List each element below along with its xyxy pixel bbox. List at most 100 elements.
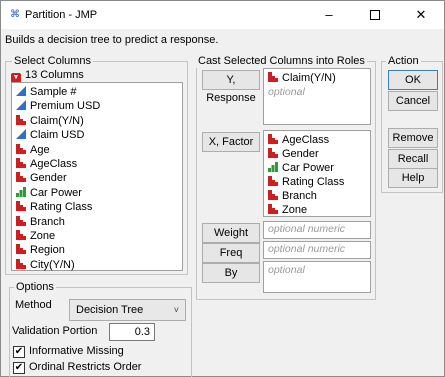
column-list-item[interactable]: AgeClass [16, 157, 77, 171]
x-role-item-label: AgeClass [282, 134, 330, 146]
column-list-item-label: Zone [30, 230, 56, 242]
x-role-item-label: Car Power [282, 162, 334, 174]
help-button[interactable]: Help [388, 168, 438, 188]
options-label: Options [14, 280, 56, 294]
nominal-icon [16, 143, 26, 154]
nominal-icon [16, 230, 26, 240]
action-label: Action [386, 54, 421, 68]
by-listbox[interactable]: optional [263, 261, 371, 293]
cast-roles-label: Cast Selected Columns into Roles [196, 54, 367, 68]
nominal-icon [16, 201, 26, 212]
continuous-icon [16, 129, 26, 140]
nominal-icon [268, 72, 278, 82]
nominal-icon [268, 204, 278, 214]
minimize-button[interactable]: – [311, 1, 347, 29]
nominal-icon [16, 114, 26, 125]
checkmark-icon: ✔ [14, 346, 24, 357]
ordinal-restricts-order-label: Ordinal Restricts Order [29, 361, 142, 373]
weight-placeholder: optional numeric [268, 223, 346, 235]
informative-missing-label: Informative Missing [29, 345, 124, 357]
x-role-item[interactable]: Car Power [268, 161, 334, 175]
column-list-item[interactable]: Sample # [16, 85, 76, 99]
y-role-item[interactable]: Claim(Y/N) [268, 71, 336, 85]
informative-missing-checkbox[interactable]: ✔ [13, 346, 25, 358]
nominal-icon [268, 190, 278, 200]
column-list-item[interactable]: Claim(Y/N) [16, 114, 84, 128]
nominal-icon [16, 258, 26, 269]
column-list-item[interactable]: Branch [16, 215, 65, 229]
validation-portion-input[interactable]: 0.3 [109, 323, 155, 341]
continuous-icon [16, 86, 26, 96]
by-placeholder: optional [268, 264, 305, 276]
x-role-item[interactable]: Zone [268, 203, 307, 217]
columns-count-toggle[interactable]: ▼ 13 Columns [11, 68, 84, 83]
freq-listbox[interactable]: optional numeric [263, 241, 371, 259]
x-role-item-label: Gender [282, 148, 319, 160]
method-label: Method [15, 299, 52, 311]
nominal-icon [16, 158, 26, 168]
nominal-icon [268, 148, 278, 158]
ordinal-restricts-order-checkbox[interactable]: ✔ [13, 362, 25, 374]
partition-dialog: ⌘ Partition - JMP – ✕ Builds a decision … [0, 0, 445, 377]
y-role-item-label: Claim(Y/N) [282, 72, 336, 84]
column-list-item-label: Age [30, 143, 50, 156]
column-list-item[interactable]: Zone [16, 229, 55, 243]
select-columns-label: Select Columns [12, 54, 94, 68]
freq-button[interactable]: Freq [202, 243, 260, 263]
columns-listbox[interactable]: Sample # Premium USD Claim(Y/N) Claim USD Ag… [11, 82, 183, 271]
column-list-item[interactable]: Gender [16, 171, 67, 185]
column-list-item-label: Branch [30, 215, 65, 228]
weight-listbox[interactable]: optional numeric [263, 221, 371, 239]
x-role-item[interactable]: Rating Class [268, 175, 344, 189]
ok-button[interactable]: OK [388, 70, 438, 90]
x-role-item[interactable]: Branch [268, 189, 317, 203]
column-list-item-label: Region [30, 244, 65, 257]
dialog-description: Builds a decision tree to predict a resp… [5, 34, 219, 46]
jmp-icon: ⌘ [10, 9, 20, 20]
recall-button[interactable]: Recall [388, 149, 438, 169]
cancel-button[interactable]: Cancel [388, 91, 438, 111]
checkmark-icon: ✔ [14, 362, 24, 373]
ordinal-icon [268, 162, 278, 172]
column-list-item[interactable]: Rating Class [16, 200, 92, 214]
remove-button[interactable]: Remove [388, 128, 438, 148]
column-list-item[interactable]: Age [16, 143, 50, 157]
column-list-item-label: Premium USD [30, 100, 101, 113]
method-select[interactable]: Decision Tree ˅ [69, 299, 186, 321]
nominal-icon [268, 176, 278, 186]
column-list-item[interactable]: Region [16, 243, 65, 257]
column-list-item[interactable]: Car Power [16, 186, 82, 200]
title-bar: ⌘ Partition - JMP – ✕ [1, 1, 444, 29]
y-response-button[interactable]: Y, Response [202, 70, 260, 104]
y-response-listbox[interactable]: Claim(Y/N) optional [263, 68, 371, 125]
maximize-icon [370, 10, 380, 20]
maximize-button[interactable] [357, 1, 393, 29]
close-button[interactable]: ✕ [403, 1, 439, 29]
x-factor-listbox[interactable]: AgeClass Gender Car Power Rating Class Branc… [263, 130, 371, 217]
window-title: Partition - JMP [25, 9, 98, 21]
freq-placeholder: optional numeric [268, 243, 346, 255]
nominal-icon [16, 244, 26, 255]
column-list-item-label: Claim USD [30, 129, 85, 142]
columns-count-label: 13 Columns [25, 69, 84, 81]
x-factor-button[interactable]: X, Factor [202, 132, 260, 152]
y-placeholder: optional [268, 86, 305, 98]
x-role-item-label: Rating Class [282, 176, 345, 188]
method-value: Decision Tree [76, 304, 144, 316]
column-list-item-label: Car Power [30, 186, 82, 199]
column-list-item-label: Gender [30, 172, 67, 185]
column-list-item[interactable]: Claim USD [16, 128, 84, 142]
by-button[interactable]: By [202, 263, 260, 283]
column-list-item-label: City(Y/N) [30, 258, 75, 271]
x-role-item[interactable]: AgeClass [268, 133, 329, 147]
column-list-item-label: Claim(Y/N) [30, 114, 84, 127]
column-list-item-label: Rating Class [30, 201, 93, 214]
x-role-item-label: Branch [282, 190, 317, 202]
column-list-item[interactable]: Premium USD [16, 99, 100, 113]
weight-button[interactable]: Weight [202, 223, 260, 243]
nominal-icon [16, 215, 26, 226]
ordinal-icon [16, 186, 26, 197]
x-role-item[interactable]: Gender [268, 147, 319, 161]
column-list-item[interactable]: City(Y/N) [16, 258, 75, 272]
validation-portion-label: Validation Portion [12, 325, 98, 337]
